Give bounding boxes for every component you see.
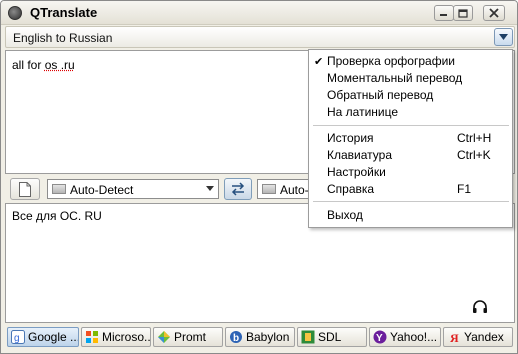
swap-languages-button[interactable]	[224, 178, 252, 200]
tab-label: Babylon	[246, 330, 290, 344]
swap-icon	[231, 182, 245, 196]
menu-separator	[313, 125, 509, 126]
tab-babylon[interactable]: b Babylon	[225, 327, 295, 347]
yahoo-icon: Y	[373, 330, 387, 344]
source-language-value: Auto-Detect	[70, 183, 134, 197]
app-icon	[8, 6, 22, 20]
microsoft-icon	[86, 331, 98, 343]
minimize-button[interactable]	[434, 5, 454, 21]
menu-item-exit[interactable]: Выход	[327, 208, 363, 222]
svg-text:Y: Y	[376, 333, 383, 344]
menu-item-keyboard[interactable]: Клавиатура	[327, 148, 392, 162]
svg-text:b: b	[233, 333, 239, 344]
menu-item-settings[interactable]: Настройки	[327, 165, 386, 179]
menu-shortcut-help: F1	[457, 182, 472, 196]
tab-label: Yahoo!...	[390, 330, 438, 344]
minimize-icon	[440, 14, 447, 16]
source-text[interactable]: all for os .ru	[12, 58, 75, 72]
title-bar[interactable]: QTranslate	[1, 1, 517, 25]
translation-direction-bar[interactable]: English to Russian	[5, 26, 515, 48]
tab-microsoft[interactable]: Microso...	[81, 327, 151, 347]
close-icon	[489, 8, 499, 18]
options-dropdown-menu: ✔ Проверка орфографии Моментальный перев…	[308, 49, 513, 228]
tab-label: Google ...	[28, 330, 79, 344]
window-title: QTranslate	[30, 5, 98, 20]
chevron-down-icon	[499, 34, 508, 40]
maximize-icon	[458, 8, 468, 18]
menu-shortcut-history: Ctrl+H	[457, 131, 492, 145]
babylon-icon: b	[230, 331, 242, 344]
menu-item-spellcheck[interactable]: Проверка орфографии	[327, 54, 455, 68]
svg-text:Я: Я	[450, 331, 459, 344]
source-text-plain: all for	[12, 58, 45, 72]
service-tabs: g Google ... Microso... Promt b Babylon …	[5, 326, 515, 348]
tab-label: Yandex	[464, 330, 504, 344]
flag-icon	[262, 184, 276, 194]
tab-yahoo[interactable]: Y Yahoo!...	[369, 327, 441, 347]
menu-item-help[interactable]: Справка	[327, 182, 374, 196]
tab-google[interactable]: g Google ...	[7, 327, 79, 347]
qtranslate-window: QTranslate English to Russian all for os…	[0, 0, 518, 354]
yandex-icon: Я	[450, 331, 459, 344]
menu-item-reverse-translation[interactable]: Обратный перевод	[327, 88, 433, 102]
dropdown-arrow-icon	[206, 186, 214, 191]
tab-label: SDL	[318, 330, 342, 344]
headphones-icon[interactable]	[472, 300, 488, 314]
tab-label: Microso...	[102, 330, 151, 344]
new-document-button[interactable]	[10, 178, 40, 200]
maximize-button[interactable]	[453, 5, 473, 21]
tab-label: Promt	[174, 330, 207, 344]
source-language-select[interactable]: Auto-Detect	[47, 179, 219, 199]
tab-yandex[interactable]: Я Yandex	[443, 327, 513, 347]
google-icon: g	[11, 330, 25, 344]
menu-shortcut-keyboard: Ctrl+K	[457, 148, 491, 162]
menu-item-latin[interactable]: На латинице	[327, 105, 398, 119]
svg-text:g: g	[14, 333, 20, 344]
checkmark-icon: ✔	[314, 56, 324, 68]
menu-item-history[interactable]: История	[327, 131, 374, 145]
tab-promt[interactable]: Promt	[153, 327, 223, 347]
misspelled-word[interactable]: os .ru	[45, 58, 75, 72]
direction-label: English to Russian	[13, 31, 113, 45]
close-button[interactable]	[483, 5, 505, 21]
sdl-icon	[301, 330, 315, 344]
menu-separator	[313, 201, 509, 202]
promt-icon	[158, 331, 170, 343]
document-icon	[19, 181, 31, 197]
translation-text: Все для ОС. RU	[12, 209, 102, 223]
menu-button[interactable]	[494, 28, 513, 46]
tab-sdl[interactable]: SDL	[297, 327, 367, 347]
flag-icon	[52, 184, 66, 194]
menu-item-instant-translation[interactable]: Моментальный перевод	[327, 71, 462, 85]
